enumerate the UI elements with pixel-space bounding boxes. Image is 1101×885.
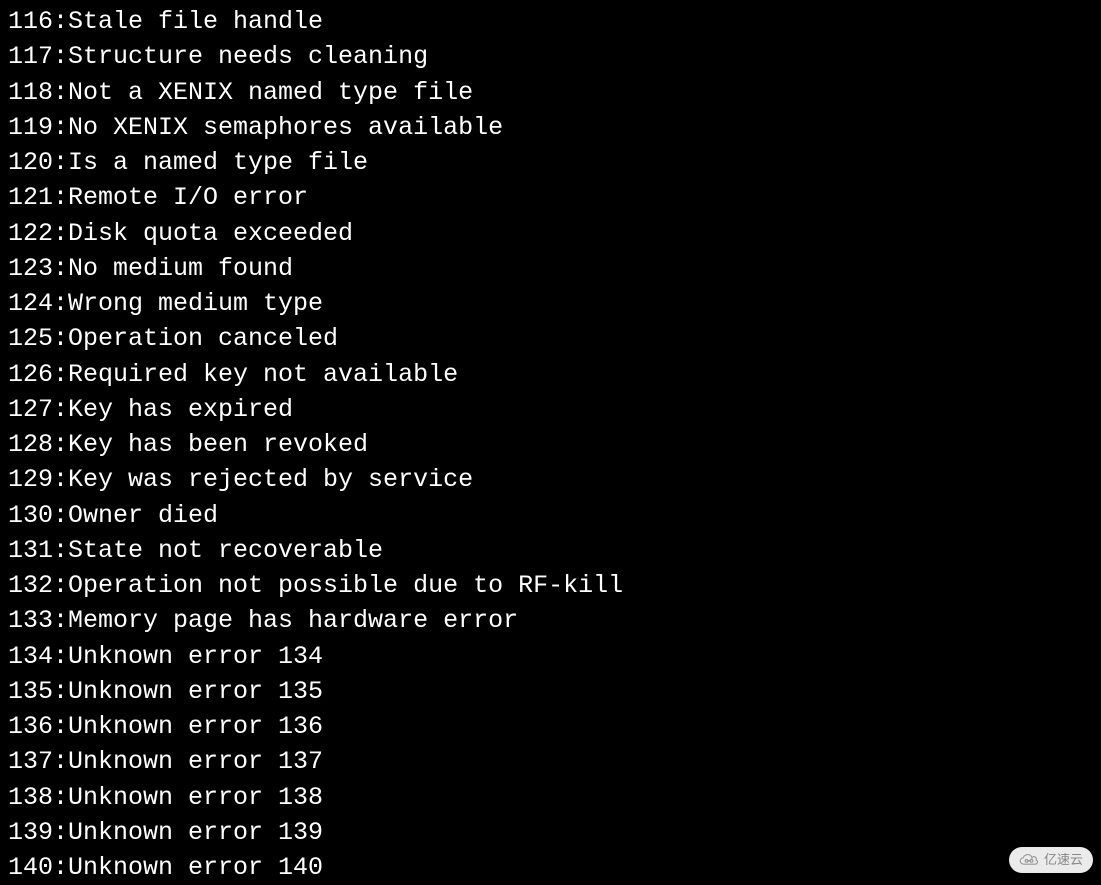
- error-line: 138:Unknown error 138: [8, 780, 1093, 815]
- error-line: 122:Disk quota exceeded: [8, 216, 1093, 251]
- error-line: 130:Owner died: [8, 498, 1093, 533]
- error-line: 119:No XENIX semaphores available: [8, 110, 1093, 145]
- error-line: 117:Structure needs cleaning: [8, 39, 1093, 74]
- error-line: 127:Key has expired: [8, 392, 1093, 427]
- error-line: 132:Operation not possible due to RF-kil…: [8, 568, 1093, 603]
- error-line: 140:Unknown error 140: [8, 850, 1093, 885]
- error-line: 124:Wrong medium type: [8, 286, 1093, 321]
- error-line: 129:Key was rejected by service: [8, 462, 1093, 497]
- error-line: 135:Unknown error 135: [8, 674, 1093, 709]
- error-line: 125:Operation canceled: [8, 321, 1093, 356]
- error-line: 116:Stale file handle: [8, 4, 1093, 39]
- error-line: 134:Unknown error 134: [8, 639, 1093, 674]
- error-line: 131:State not recoverable: [8, 533, 1093, 568]
- error-line: 137:Unknown error 137: [8, 744, 1093, 779]
- cloud-icon: [1019, 853, 1039, 867]
- error-line: 118:Not a XENIX named type file: [8, 75, 1093, 110]
- error-line: 126:Required key not available: [8, 357, 1093, 392]
- error-line: 123:No medium found: [8, 251, 1093, 286]
- error-line: 128:Key has been revoked: [8, 427, 1093, 462]
- error-line: 121:Remote I/O error: [8, 180, 1093, 215]
- watermark: 亿速云: [1009, 847, 1093, 873]
- error-line: 139:Unknown error 139: [8, 815, 1093, 850]
- error-line: 133:Memory page has hardware error: [8, 603, 1093, 638]
- terminal-output: 116:Stale file handle117:Structure needs…: [8, 4, 1093, 885]
- error-line: 120:Is a named type file: [8, 145, 1093, 180]
- error-line: 136:Unknown error 136: [8, 709, 1093, 744]
- watermark-text: 亿速云: [1044, 851, 1083, 869]
